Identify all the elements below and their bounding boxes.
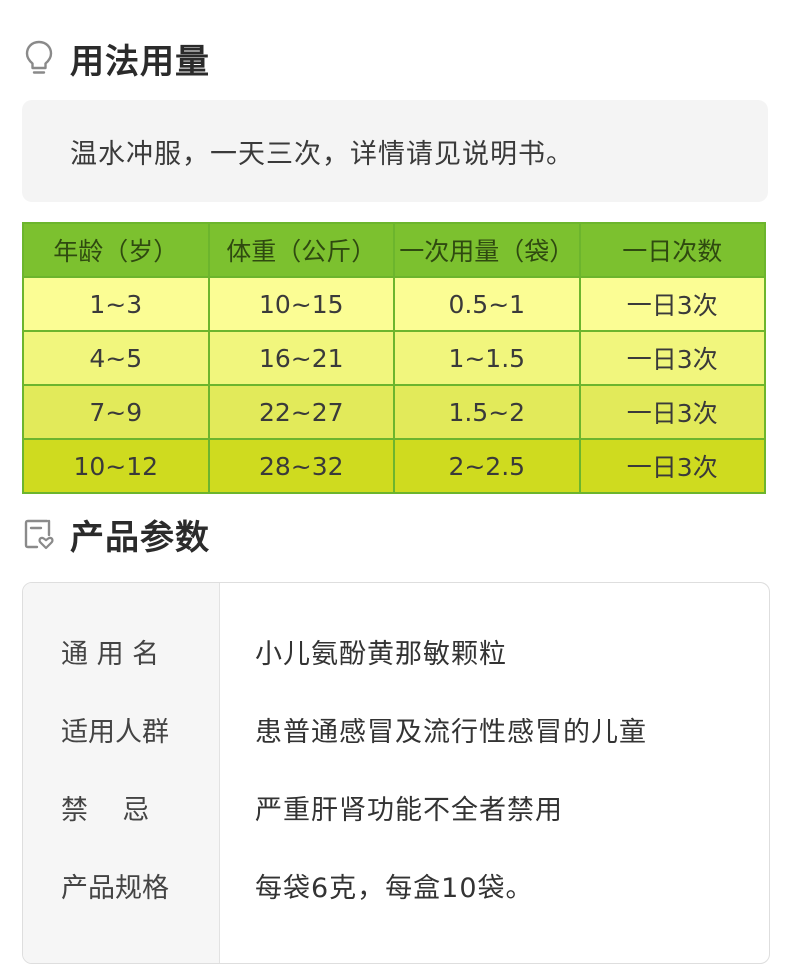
param-value: 患普通感冒及流行性感冒的儿童 [255, 716, 647, 748]
table-row: 10~12 28~32 2~2.5 一日3次 [22, 438, 766, 494]
dosage-table-header-row: 年龄（岁） 体重（公斤） 一次用量（袋） 一日次数 [22, 222, 766, 278]
cell-frequency: 一日3次 [578, 276, 766, 332]
params-box: 通 用 名 小儿氨酚黄那敏颗粒 适用人群 患普通感冒及流行性感冒的儿童 禁 忌 … [22, 582, 770, 964]
cell-dose: 0.5~1 [393, 276, 581, 332]
table-row: 4~5 16~21 1~1.5 一日3次 [22, 330, 766, 386]
cell-dose: 1.5~2 [393, 384, 581, 440]
cell-age: 10~12 [22, 438, 210, 494]
cell-age: 7~9 [22, 384, 210, 440]
param-value: 小儿氨酚黄那敏颗粒 [255, 638, 507, 670]
param-label: 产品规格 [61, 872, 169, 904]
document-heart-icon [22, 516, 56, 552]
cell-weight: 22~27 [207, 384, 395, 440]
table-row: 1~3 10~15 0.5~1 一日3次 [22, 276, 766, 332]
cell-weight: 28~32 [207, 438, 395, 494]
usage-section-header: 用法用量 [22, 36, 210, 82]
params-section-header: 产品参数 [22, 512, 210, 558]
param-label: 通 用 名 [61, 638, 160, 670]
cell-dose: 1~1.5 [393, 330, 581, 386]
cell-frequency: 一日3次 [578, 330, 766, 386]
param-value: 每袋6克，每盒10袋。 [255, 872, 534, 904]
header-dose: 一次用量（袋） [393, 222, 581, 278]
param-value: 严重肝肾功能不全者禁用 [255, 794, 563, 826]
lightbulb-icon [22, 40, 56, 76]
param-row-contraindication: 禁 忌 严重肝肾功能不全者禁用 [23, 777, 769, 837]
param-row-target-group: 适用人群 患普通感冒及流行性感冒的儿童 [23, 699, 769, 759]
cell-age: 1~3 [22, 276, 210, 332]
header-age: 年龄（岁） [22, 222, 210, 278]
param-row-specification: 产品规格 每袋6克，每盒10袋。 [23, 855, 769, 915]
cell-frequency: 一日3次 [578, 438, 766, 494]
cell-dose: 2~2.5 [393, 438, 581, 494]
usage-instruction-box: 温水冲服，一天三次，详情请见说明书。 [22, 100, 768, 202]
cell-weight: 16~21 [207, 330, 395, 386]
usage-instruction-text: 温水冲服，一天三次，详情请见说明书。 [70, 138, 574, 170]
cell-age: 4~5 [22, 330, 210, 386]
table-row: 7~9 22~27 1.5~2 一日3次 [22, 384, 766, 440]
dosage-table: 年龄（岁） 体重（公斤） 一次用量（袋） 一日次数 1~3 10~15 0.5~… [22, 222, 766, 494]
param-row-generic-name: 通 用 名 小儿氨酚黄那敏颗粒 [23, 621, 769, 681]
header-frequency: 一日次数 [578, 222, 766, 278]
usage-title: 用法用量 [70, 41, 210, 82]
header-weight: 体重（公斤） [207, 222, 395, 278]
param-label: 禁 忌 [61, 794, 150, 826]
params-title: 产品参数 [70, 517, 210, 558]
cell-weight: 10~15 [207, 276, 395, 332]
param-label: 适用人群 [61, 716, 169, 748]
cell-frequency: 一日3次 [578, 384, 766, 440]
